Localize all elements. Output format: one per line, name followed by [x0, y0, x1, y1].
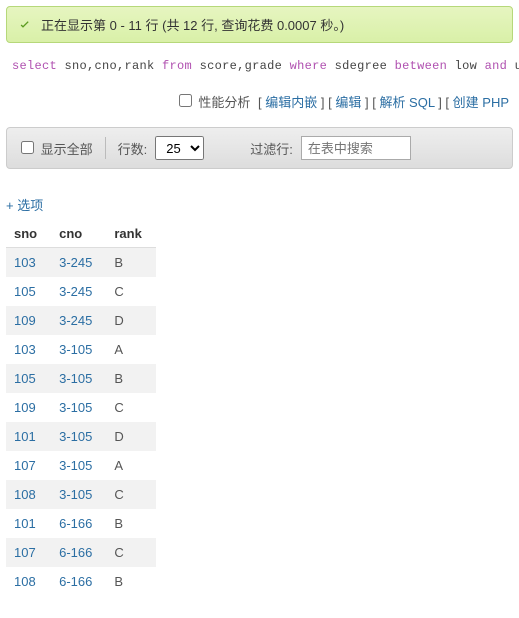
cell-cno: 3-245	[51, 248, 106, 278]
cell-sno: 101	[6, 509, 51, 538]
cell-cno: 6-166	[51, 509, 106, 538]
filter-input[interactable]	[301, 136, 411, 160]
cell-rank: D	[106, 306, 155, 335]
profiling-checkbox-label[interactable]: 性能分析	[175, 95, 254, 110]
results-toolbar: 显示全部 行数: 25 过滤行:	[6, 127, 513, 169]
cell-rank: C	[106, 393, 155, 422]
table-row[interactable]: 1033-245B	[6, 248, 156, 278]
cell-rank: C	[106, 480, 155, 509]
toolbar-divider	[105, 137, 106, 159]
sql-text: low	[447, 59, 485, 73]
cell-sno: 108	[6, 480, 51, 509]
cell-cno: 3-245	[51, 306, 106, 335]
sql-query-box: select sno,cno,rank from score,grade whe…	[0, 49, 519, 83]
results-table: sno cno rank 1033-245B1053-245C1093-245D…	[6, 220, 156, 596]
table-row[interactable]: 1093-105C	[6, 393, 156, 422]
edit-inline-link[interactable]: 编辑内嵌	[265, 95, 317, 110]
cell-cno: 6-166	[51, 538, 106, 567]
column-header-sno[interactable]: sno	[6, 220, 51, 248]
sql-keyword: and	[485, 59, 508, 73]
cell-cno: 3-105	[51, 422, 106, 451]
cell-rank: B	[106, 509, 155, 538]
show-all-label[interactable]: 显示全部	[17, 138, 93, 158]
sql-keyword: between	[395, 59, 448, 73]
sql-text: upp	[507, 59, 519, 73]
cell-rank: A	[106, 451, 155, 480]
action-links-row: 性能分析 [ 编辑内嵌 ] [ 编辑 ] [ 解析 SQL ] [ 创建 PHP	[0, 83, 519, 121]
explain-sql-link[interactable]: 解析 SQL	[379, 95, 434, 110]
table-row[interactable]: 1073-105A	[6, 451, 156, 480]
cell-rank: A	[106, 335, 155, 364]
table-row[interactable]: 1083-105C	[6, 480, 156, 509]
check-icon	[17, 17, 33, 33]
cell-rank: C	[106, 538, 155, 567]
cell-cno: 3-105	[51, 393, 106, 422]
column-header-cno[interactable]: cno	[51, 220, 106, 248]
profiling-checkbox[interactable]	[179, 94, 192, 107]
table-row[interactable]: 1053-105B	[6, 364, 156, 393]
cell-cno: 3-105	[51, 480, 106, 509]
table-row[interactable]: 1033-105A	[6, 335, 156, 364]
cell-cno: 3-245	[51, 277, 106, 306]
cell-rank: B	[106, 567, 155, 596]
table-row[interactable]: 1086-166B	[6, 567, 156, 596]
cell-sno: 105	[6, 364, 51, 393]
table-row[interactable]: 1016-166B	[6, 509, 156, 538]
table-row[interactable]: 1076-166C	[6, 538, 156, 567]
cell-rank: B	[106, 248, 155, 278]
sql-keyword: where	[290, 59, 328, 73]
table-row[interactable]: 1013-105D	[6, 422, 156, 451]
filter-label: 过滤行:	[250, 139, 293, 158]
table-row[interactable]: 1093-245D	[6, 306, 156, 335]
cell-sno: 109	[6, 306, 51, 335]
cell-sno: 108	[6, 567, 51, 596]
cell-cno: 6-166	[51, 567, 106, 596]
sql-keyword: from	[162, 59, 192, 73]
cell-rank: B	[106, 364, 155, 393]
sql-text: sno,cno,rank	[57, 59, 162, 73]
rows-select[interactable]: 25	[155, 136, 204, 160]
sql-text: sdegree	[327, 59, 395, 73]
success-message-bar: 正在显示第 0 - 11 行 (共 12 行, 查询花费 0.0007 秒。)	[6, 6, 513, 43]
profiling-label-text: 性能分析	[198, 95, 250, 110]
sql-text: score,grade	[192, 59, 290, 73]
cell-rank: D	[106, 422, 155, 451]
cell-sno: 107	[6, 451, 51, 480]
show-all-text: 显示全部	[41, 142, 93, 157]
cell-cno: 3-105	[51, 451, 106, 480]
cell-sno: 101	[6, 422, 51, 451]
cell-sno: 103	[6, 335, 51, 364]
success-message-text: 正在显示第 0 - 11 行 (共 12 行, 查询花费 0.0007 秒。)	[41, 15, 344, 34]
cell-sno: 109	[6, 393, 51, 422]
cell-sno: 105	[6, 277, 51, 306]
cell-cno: 3-105	[51, 335, 106, 364]
table-row[interactable]: 1053-245C	[6, 277, 156, 306]
create-php-link[interactable]: 创建 PHP	[453, 95, 509, 110]
edit-link[interactable]: 编辑	[335, 95, 361, 110]
sql-keyword: select	[12, 59, 57, 73]
show-all-checkbox[interactable]	[21, 141, 34, 154]
cell-sno: 103	[6, 248, 51, 278]
rows-label: 行数:	[118, 139, 148, 158]
cell-sno: 107	[6, 538, 51, 567]
options-toggle[interactable]: + 选项	[0, 175, 49, 220]
column-header-rank[interactable]: rank	[106, 220, 155, 248]
cell-rank: C	[106, 277, 155, 306]
table-header-row: sno cno rank	[6, 220, 156, 248]
cell-cno: 3-105	[51, 364, 106, 393]
